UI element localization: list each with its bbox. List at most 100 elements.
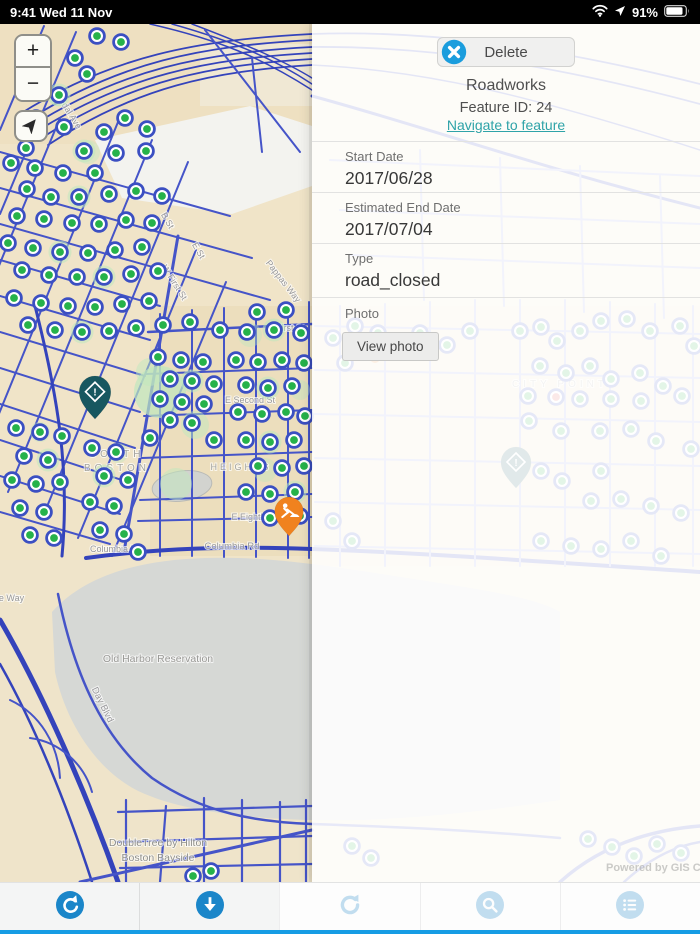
- map-marker-roadworks[interactable]: [194, 353, 212, 371]
- map-marker-roadworks[interactable]: [237, 376, 255, 394]
- map-marker-roadworks[interactable]: [237, 431, 255, 449]
- map-marker-roadworks[interactable]: [119, 471, 137, 489]
- map-marker-roadworks[interactable]: [153, 187, 171, 205]
- toolbar-undo-button[interactable]: [0, 883, 139, 931]
- map-marker-roadworks[interactable]: [81, 493, 99, 511]
- map-marker-roadworks[interactable]: [115, 525, 133, 543]
- map-marker-roadworks[interactable]: [181, 313, 199, 331]
- map-marker-roadworks[interactable]: [122, 265, 140, 283]
- map-marker-roadworks[interactable]: [86, 164, 104, 182]
- map-marker-roadworks[interactable]: [238, 323, 256, 341]
- toolbar-search-button[interactable]: [419, 883, 560, 931]
- map-marker-roadworks[interactable]: [53, 427, 71, 445]
- map-marker-roadworks[interactable]: [106, 241, 124, 259]
- zoom-in-button[interactable]: +: [16, 36, 50, 68]
- map-marker-roadworks[interactable]: [273, 459, 291, 477]
- map-marker-roadworks[interactable]: [66, 49, 84, 67]
- map-marker-roadworks[interactable]: [95, 123, 113, 141]
- map-marker-roadworks[interactable]: [133, 238, 151, 256]
- map-marker-roadworks[interactable]: [100, 185, 118, 203]
- map-marker-roadworks[interactable]: [3, 471, 21, 489]
- map-marker-roadworks[interactable]: [40, 266, 58, 284]
- map-marker-roadworks[interactable]: [149, 348, 167, 366]
- map-marker-roadworks[interactable]: [256, 376, 280, 400]
- map-marker-roadworks[interactable]: [180, 369, 204, 393]
- map-marker-roadworks[interactable]: [83, 439, 101, 457]
- map-marker-roadworks[interactable]: [46, 321, 64, 339]
- map-marker-roadworks[interactable]: [151, 390, 169, 408]
- toolbar-list-button[interactable]: [559, 883, 700, 931]
- map-marker-roadworks[interactable]: [161, 370, 179, 388]
- map-marker-roadworks[interactable]: [11, 499, 29, 517]
- locate-button[interactable]: [14, 110, 48, 142]
- map-marker-roadworks[interactable]: [285, 431, 303, 449]
- map-marker-roadworks[interactable]: [277, 403, 295, 421]
- toolbar-download-button[interactable]: [139, 883, 279, 931]
- map-marker-roadworks[interactable]: [149, 262, 167, 280]
- map-marker-roadworks[interactable]: [184, 867, 202, 882]
- map-marker-roadworks[interactable]: [88, 27, 106, 45]
- map-marker-roadworks[interactable]: [45, 529, 63, 547]
- map-marker-roadworks[interactable]: [277, 301, 295, 319]
- map-marker-roadworks[interactable]: [92, 464, 116, 488]
- map-marker-roadworks[interactable]: [5, 289, 23, 307]
- map-marker-roadworks[interactable]: [78, 65, 96, 83]
- map-marker-roadworks[interactable]: [2, 154, 20, 172]
- map-marker-roadworks[interactable]: [51, 473, 69, 491]
- map-marker-roadworks[interactable]: [113, 295, 131, 313]
- map-marker-roadworks[interactable]: [70, 320, 94, 344]
- map-marker-roadworks[interactable]: [13, 261, 31, 279]
- map-marker-roadworks[interactable]: [127, 319, 145, 337]
- map-marker-roadworks[interactable]: [91, 521, 109, 539]
- map-marker-roadworks[interactable]: [32, 294, 50, 312]
- map-marker-roadworks[interactable]: [59, 297, 77, 315]
- map-marker-roadworks[interactable]: [273, 351, 291, 369]
- map-marker-roadworks[interactable]: [26, 159, 44, 177]
- map-marker-roadworks[interactable]: [129, 543, 147, 561]
- map-marker-roadworks[interactable]: [48, 240, 72, 264]
- view-photo-button[interactable]: View photo: [342, 332, 439, 361]
- map-marker-roadworks[interactable]: [154, 316, 172, 334]
- delete-x-icon[interactable]: [441, 39, 467, 65]
- map-marker-roadworks[interactable]: [35, 503, 53, 521]
- map-marker-roadworks[interactable]: [100, 322, 118, 340]
- map-marker-roadworks[interactable]: [262, 318, 286, 342]
- map-marker-roadworks[interactable]: [195, 395, 213, 413]
- map-marker-roadworks[interactable]: [249, 353, 267, 371]
- map-marker-roadworks[interactable]: [42, 188, 60, 206]
- map-marker-roadworks[interactable]: [161, 411, 179, 429]
- map-marker-roadworks[interactable]: [35, 210, 53, 228]
- map-marker-roadworks[interactable]: [0, 234, 17, 252]
- map-marker-roadworks[interactable]: [63, 214, 81, 232]
- map-marker-roadworks[interactable]: [79, 244, 97, 262]
- map-marker-roadworks[interactable]: [72, 139, 96, 163]
- map-marker-roadworks[interactable]: [92, 265, 116, 289]
- map-marker-roadworks[interactable]: [24, 239, 42, 257]
- map-marker-roadworks[interactable]: [112, 33, 130, 51]
- toolbar-sync-button[interactable]: [279, 883, 420, 931]
- map-marker-roadworks[interactable]: [116, 109, 134, 127]
- map-area[interactable]: Medal Ave B St E St W First St Pappas Way E F…: [0, 24, 700, 882]
- map-marker-roadworks[interactable]: [7, 419, 25, 437]
- map-marker-roadworks[interactable]: [21, 526, 39, 544]
- map-marker-roadworks[interactable]: [86, 298, 104, 316]
- map-marker-roadworks[interactable]: [117, 211, 135, 229]
- map-marker-roadworks[interactable]: [141, 429, 159, 447]
- map-marker-roadworks[interactable]: [249, 457, 267, 475]
- navigate-to-feature-link[interactable]: Navigate to feature: [312, 117, 700, 133]
- map-marker-roadworks[interactable]: [211, 321, 229, 339]
- map-marker-roadworks[interactable]: [237, 483, 255, 501]
- map-marker-roadworks[interactable]: [138, 120, 156, 138]
- map-marker-roadworks[interactable]: [68, 268, 86, 286]
- map-marker-roadworks[interactable]: [229, 403, 247, 421]
- map-marker-roadworks[interactable]: [183, 414, 201, 432]
- map-marker-roadworks[interactable]: [261, 485, 279, 503]
- map-marker-roadworks[interactable]: [18, 180, 36, 198]
- map-marker-roadworks[interactable]: [15, 447, 33, 465]
- map-marker-roadworks[interactable]: [54, 164, 72, 182]
- map-marker-roadworks[interactable]: [107, 144, 125, 162]
- map-marker-roadworks[interactable]: [107, 443, 125, 461]
- map-marker-roadworks[interactable]: [8, 207, 26, 225]
- map-marker-roadworks[interactable]: [172, 351, 190, 369]
- map-marker-roadworks[interactable]: [140, 292, 158, 310]
